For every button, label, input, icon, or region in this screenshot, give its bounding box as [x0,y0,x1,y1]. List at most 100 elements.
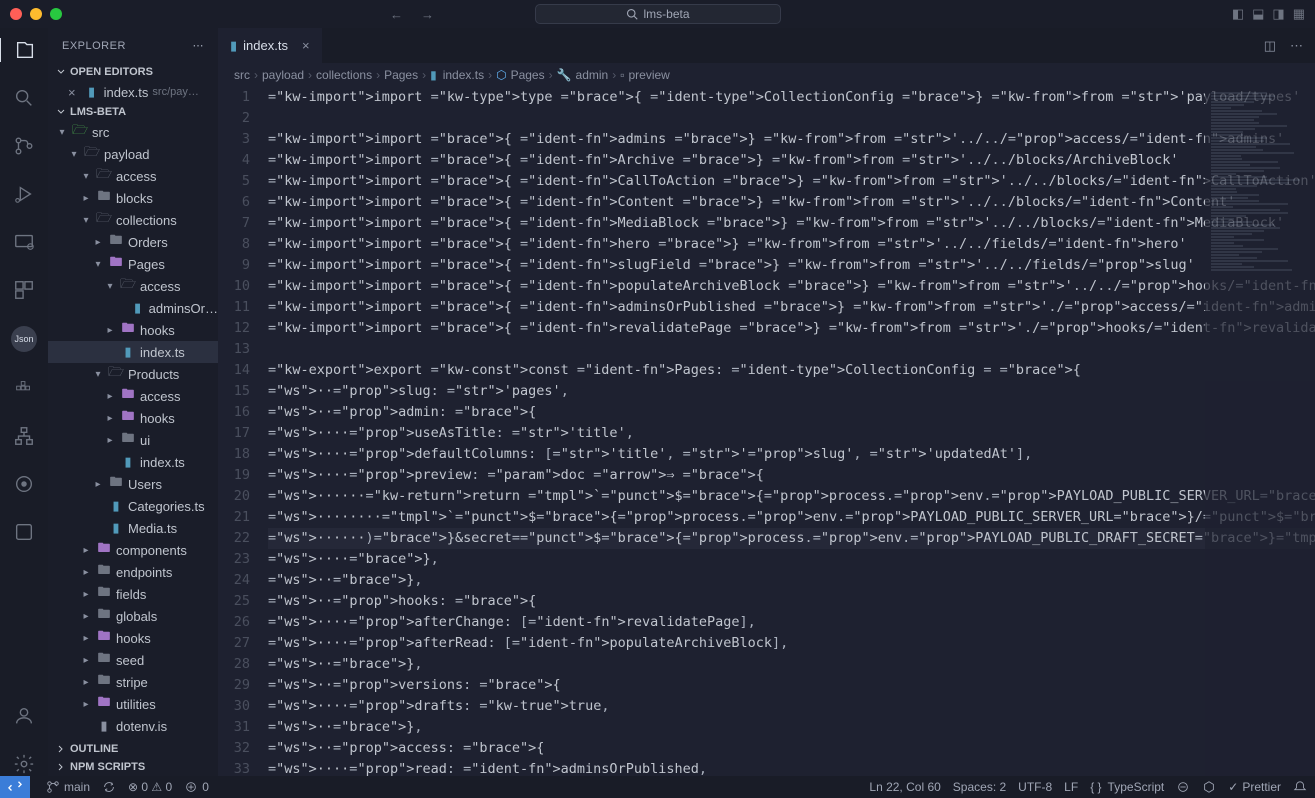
tree-item-access[interactable]: ▾🗁access [48,275,218,297]
tree-item-pages[interactable]: ▾🖿Pages [48,253,218,275]
nav-forward-icon[interactable]: → [421,7,434,22]
tree-item-endpoints[interactable]: ▸🖿endpoints [48,561,218,583]
tree-item-access[interactable]: ▾🗁access [48,165,218,187]
encoding[interactable]: UTF-8 [1018,780,1052,794]
tree-item-index-ts[interactable]: ▮index.ts [48,451,218,473]
tree-item-index-ts[interactable]: ▮index.ts [48,341,218,363]
tree-item-collections[interactable]: ▾🗁collections [48,209,218,231]
more-actions-icon[interactable]: ⋯ [1290,38,1303,54]
account-icon[interactable] [12,704,36,728]
close-editor-icon[interactable]: × [68,85,76,100]
tree-item-utilities[interactable]: ▸🖿utilities [48,693,218,715]
cursor-position[interactable]: Ln 22, Col 60 [869,780,940,794]
go-live[interactable] [1176,780,1190,794]
language-mode[interactable]: { }TypeScript [1090,780,1164,794]
tree-item-hooks[interactable]: ▸🖿hooks [48,319,218,341]
search-icon[interactable] [12,86,36,110]
git-branch[interactable]: main [46,780,90,794]
toggle-sidebar-icon[interactable]: ◨ [1272,6,1284,22]
section-project[interactable]: LMS-BETA [48,103,218,121]
prettier[interactable]: ✓Prettier [1228,780,1281,794]
tab-index-ts[interactable]: ▮ index.ts × [218,28,323,63]
remote-icon[interactable] [12,230,36,254]
notifications-icon[interactable] [1293,780,1307,794]
nav-back-icon[interactable]: ← [390,7,403,22]
tree-item-categories-ts[interactable]: ▮Categories.ts [48,495,218,517]
code-lines[interactable]: ="kw-import">import ="kw-type">type ="br… [268,87,1315,776]
sidebar: EXPLORER ⋯ OPEN EDITORS × ▮ index.ts src… [48,28,218,776]
command-center[interactable]: lms-beta [534,4,780,24]
tree-item-orders[interactable]: ▸🖿Orders [48,231,218,253]
tree-item-ui[interactable]: ▸🖿ui [48,429,218,451]
tree-item-hooks[interactable]: ▸🖿hooks [48,627,218,649]
docker-icon[interactable] [12,376,36,400]
gitlens-icon[interactable] [12,472,36,496]
breadcrumb-payload[interactable]: payload [262,68,304,82]
tree-item-media-ts[interactable]: ▮Media.ts [48,517,218,539]
minimap[interactable] [1205,87,1315,776]
breadcrumb[interactable]: src›payload›collections›Pages›▮index.ts›… [218,63,1315,87]
settings-icon[interactable] [12,752,36,776]
toggle-bottom-icon[interactable]: ⬓ [1252,6,1264,22]
extensions-icon[interactable] [12,278,36,302]
tree-item-adminsor-[interactable]: ▮adminsOr… [48,297,218,319]
source-control-icon[interactable] [12,134,36,158]
sidebar-more-icon[interactable]: ⋯ [193,39,205,52]
close-tab-icon[interactable]: × [302,38,310,53]
close-window[interactable] [10,8,22,20]
json-icon[interactable]: Json [11,326,37,352]
breadcrumb-admin[interactable]: 🔧 admin [557,68,609,82]
titlebar: ← → lms-beta ◧ ⬓ ◨ ▦ [0,0,1315,28]
breadcrumb-preview[interactable]: ▫ preview [620,68,670,82]
gutter: 1234567891011121314151617181920212223242… [218,87,268,776]
tree-item-globals[interactable]: ▸🖿globals [48,605,218,627]
sidebar-title: EXPLORER [62,40,126,52]
section-open-editors[interactable]: OPEN EDITORS [48,63,218,81]
ts-icon: ▮ [84,84,100,100]
eol[interactable]: LF [1064,780,1078,794]
problems[interactable]: ⊗ 0 ⚠ 0 [128,780,172,794]
tree-item-payload[interactable]: ▾🗁payload [48,143,218,165]
breadcrumb-pages[interactable]: Pages [384,68,418,82]
breadcrumb-collections[interactable]: collections [316,68,372,82]
ports[interactable]: 0 [184,780,209,794]
maximize-window[interactable] [50,8,62,20]
git-sync[interactable] [102,780,116,794]
customize-layout-icon[interactable]: ▦ [1293,6,1305,22]
thunder-icon[interactable] [12,520,36,544]
traffic-lights [10,8,62,20]
indentation[interactable]: Spaces: 2 [953,780,1006,794]
tree-item-fields[interactable]: ▸🖿fields [48,583,218,605]
tree-item-dotenv-is[interactable]: ▮dotenv.is [48,715,218,737]
section-npm[interactable]: NPM SCRIPTS [48,758,218,776]
tree-item-access[interactable]: ▸🖿access [48,385,218,407]
tree-item-blocks[interactable]: ▸🖿blocks [48,187,218,209]
hierarchy-icon[interactable] [12,424,36,448]
toggle-panel-icon[interactable]: ◧ [1232,6,1244,22]
search-text: lms-beta [643,7,689,21]
sidebar-header: EXPLORER ⋯ [48,28,218,63]
code-area[interactable]: 1234567891011121314151617181920212223242… [218,87,1315,776]
editor: ▮ index.ts × ◫ ⋯ src›payload›collections… [218,28,1315,776]
breadcrumb-pages[interactable]: ⬡ Pages [496,68,545,82]
breadcrumb-src[interactable]: src [234,68,250,82]
explorer-icon[interactable] [0,38,47,62]
section-outline[interactable]: OUTLINE [48,740,218,758]
layout-controls: ◧ ⬓ ◨ ▦ [1232,6,1305,22]
tree-item-seed[interactable]: ▸🖿seed [48,649,218,671]
remote-button[interactable] [0,776,30,798]
tree-item-src[interactable]: ▾🗁src [48,121,218,143]
tree-item-components[interactable]: ▸🖿components [48,539,218,561]
file-tree[interactable]: ▾🗁src▾🗁payload▾🗁access▸🖿blocks▾🗁collecti… [48,121,218,740]
open-editor-item[interactable]: × ▮ index.ts src/pay… [48,81,218,103]
tree-item-stripe[interactable]: ▸🖿stripe [48,671,218,693]
tree-item-products[interactable]: ▾🗁Products [48,363,218,385]
tree-item-users[interactable]: ▸🖿Users [48,473,218,495]
activity-bar: Json [0,28,48,776]
minimize-window[interactable] [30,8,42,20]
debug-icon[interactable] [12,182,36,206]
eslint[interactable] [1202,780,1216,794]
tree-item-hooks[interactable]: ▸🖿hooks [48,407,218,429]
breadcrumb-index.ts[interactable]: ▮index.ts [430,68,484,82]
split-editor-icon[interactable]: ◫ [1264,38,1276,54]
